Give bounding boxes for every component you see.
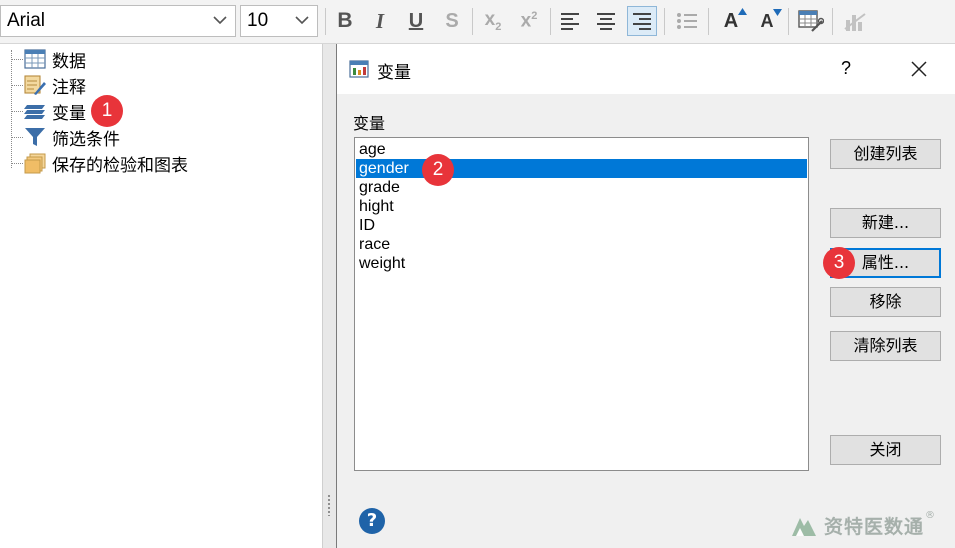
note-pencil-icon bbox=[24, 74, 46, 96]
list-item[interactable]: age bbox=[356, 140, 807, 159]
tree-connector bbox=[11, 50, 12, 168]
tree-item-notes[interactable]: 注释 bbox=[24, 73, 86, 98]
tree-item-filters[interactable]: 筛选条件 bbox=[24, 125, 120, 150]
close-button[interactable]: 关闭 bbox=[830, 435, 941, 465]
table-icon bbox=[24, 48, 46, 70]
tree-item-label: 保存的检验和图表 bbox=[52, 155, 188, 176]
align-center-icon bbox=[597, 13, 615, 30]
tree-item-label: 变量 bbox=[52, 103, 86, 124]
watermark: 资特医数通 ® bbox=[790, 510, 936, 539]
remove-button[interactable]: 移除 bbox=[830, 287, 941, 317]
toolbar-separator bbox=[708, 8, 709, 35]
tree-item-data[interactable]: 数据 bbox=[24, 47, 86, 72]
tree-item-saved-tests-charts[interactable]: 保存的检验和图表 bbox=[24, 151, 188, 176]
tree-connector bbox=[11, 59, 23, 60]
list-item[interactable]: weight bbox=[356, 254, 807, 273]
title-help-button[interactable]: ? bbox=[841, 58, 851, 79]
align-right-icon bbox=[633, 13, 651, 30]
table-properties-button[interactable] bbox=[796, 6, 826, 36]
italic-button[interactable]: I bbox=[365, 6, 395, 36]
font-size-select[interactable]: 10 bbox=[240, 5, 318, 37]
toolbar-separator bbox=[550, 8, 551, 35]
variables-list-label: 变量 bbox=[353, 114, 386, 133]
underline-icon: U bbox=[408, 9, 424, 32]
subscript-button[interactable]: x2 bbox=[478, 6, 508, 36]
create-list-button[interactable]: 创建列表 bbox=[830, 139, 941, 169]
stack-layers-icon bbox=[24, 100, 46, 122]
shrink-font-button[interactable]: A bbox=[752, 6, 782, 36]
superscript-icon: x2 bbox=[520, 9, 538, 32]
tree-item-variables[interactable]: 变量 bbox=[24, 99, 86, 124]
bullet-list-button[interactable] bbox=[672, 6, 702, 36]
watermark-text: 资特医数通 bbox=[824, 516, 925, 538]
table-edit-icon bbox=[798, 10, 824, 32]
formatting-toolbar: Arial 10 B I U S x2 x2 A A bbox=[0, 0, 955, 44]
annotation-badge-3: 3 bbox=[823, 247, 855, 279]
funnel-icon bbox=[24, 126, 46, 148]
variables-dialog: 变量 ? 变量 age gender grade hight ID race w… bbox=[336, 44, 955, 548]
subscript-icon: x2 bbox=[484, 9, 502, 33]
list-item[interactable]: ID bbox=[356, 216, 807, 235]
annotation-badge-1: 1 bbox=[91, 95, 123, 127]
toolbar-separator bbox=[472, 8, 473, 35]
align-right-button[interactable] bbox=[627, 6, 657, 36]
clear-list-button[interactable]: 清除列表 bbox=[830, 331, 941, 361]
tree-item-label: 数据 bbox=[52, 51, 86, 72]
tree-item-label: 注释 bbox=[52, 77, 86, 98]
strikethrough-button[interactable]: S bbox=[437, 6, 467, 36]
align-center-button[interactable] bbox=[591, 6, 621, 36]
superscript-button[interactable]: x2 bbox=[514, 6, 544, 36]
tree-connector bbox=[11, 85, 23, 86]
tree-connector bbox=[11, 163, 23, 164]
navigation-tree: 数据 注释 变量 筛选条件 保存的检验和图表 bbox=[0, 44, 322, 548]
dialog-titlebar: 变量 ? bbox=[337, 44, 955, 94]
splitter-grip-icon[interactable] bbox=[327, 494, 331, 516]
new-button[interactable]: 新建... bbox=[830, 208, 941, 238]
help-icon[interactable]: ? bbox=[359, 508, 385, 534]
font-name-select[interactable]: Arial bbox=[0, 5, 236, 37]
strikethrough-icon: S bbox=[445, 9, 459, 32]
folder-stack-icon bbox=[24, 152, 46, 174]
bold-icon: B bbox=[337, 9, 353, 32]
align-left-icon bbox=[561, 13, 579, 30]
toolbar-separator bbox=[325, 8, 326, 35]
tree-item-label: 筛选条件 bbox=[52, 129, 120, 150]
bold-button[interactable]: B bbox=[330, 6, 360, 36]
font-size-value: 10 bbox=[247, 10, 269, 31]
tree-connector bbox=[11, 111, 23, 112]
chart-button[interactable] bbox=[840, 6, 870, 36]
grow-font-icon: A bbox=[724, 7, 747, 33]
pane-splitter[interactable] bbox=[322, 44, 336, 548]
toolbar-separator bbox=[788, 8, 789, 35]
toolbar-separator bbox=[664, 8, 665, 35]
variables-listbox[interactable]: age gender grade hight ID race weight bbox=[354, 137, 809, 471]
tree-connector bbox=[11, 137, 23, 138]
watermark-logo-icon bbox=[792, 517, 816, 536]
chevron-down-icon[interactable] bbox=[295, 6, 309, 36]
underline-button[interactable]: U bbox=[401, 6, 431, 36]
list-item[interactable]: race bbox=[356, 235, 807, 254]
italic-icon: I bbox=[375, 8, 385, 33]
shrink-font-icon: A bbox=[761, 8, 782, 32]
chevron-down-icon[interactable] bbox=[213, 6, 227, 36]
annotation-badge-2: 2 bbox=[422, 154, 454, 186]
bar-chart-icon bbox=[844, 13, 866, 31]
watermark-registered-mark: ® bbox=[925, 510, 936, 521]
list-item[interactable]: grade bbox=[356, 178, 807, 197]
dialog-table-icon bbox=[349, 60, 369, 82]
align-left-button[interactable] bbox=[555, 6, 585, 36]
font-name-value: Arial bbox=[7, 10, 46, 31]
toolbar-separator bbox=[832, 8, 833, 35]
dialog-title: 变量 bbox=[377, 63, 411, 83]
grow-font-button[interactable]: A bbox=[716, 6, 747, 36]
close-icon[interactable] bbox=[909, 59, 929, 79]
bullet-list-icon bbox=[677, 13, 697, 29]
list-item[interactable]: hight bbox=[356, 197, 807, 216]
